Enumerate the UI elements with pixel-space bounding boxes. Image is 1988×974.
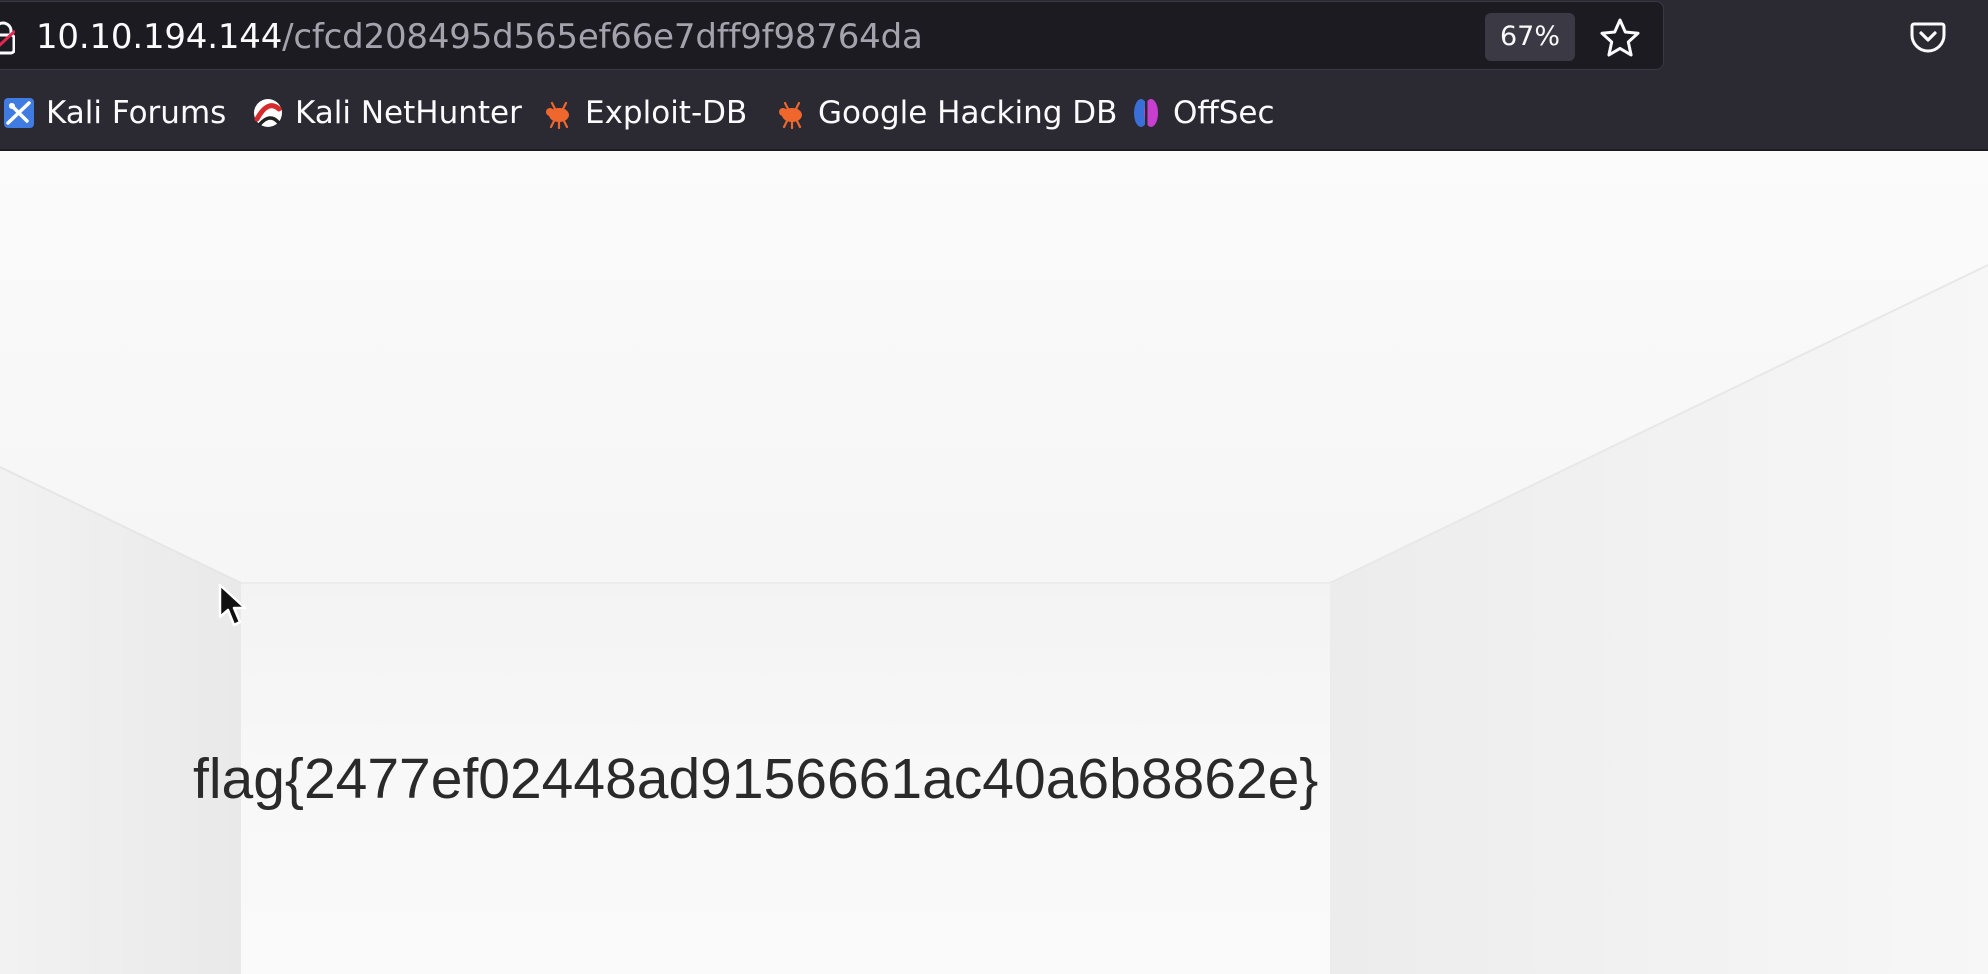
url-path: /cfcd208495d565ef66e7dff9f98764da bbox=[282, 17, 923, 57]
bookmark-label: OffSec bbox=[1173, 95, 1275, 131]
ghdb-icon bbox=[779, 101, 802, 129]
bookmark-exploit-db[interactable]: Exploit-DB bbox=[542, 94, 747, 132]
browser-window: 10.10.194.144/cfcd208495d565ef66e7dff9f9… bbox=[0, 0, 1988, 974]
url-text[interactable]: 10.10.194.144/cfcd208495d565ef66e7dff9f9… bbox=[36, 17, 923, 57]
kali-nethunter-icon bbox=[254, 99, 282, 127]
bookmark-label: Google Hacking DB bbox=[818, 95, 1118, 131]
bookmark-kali-forums[interactable]: Kali Forums bbox=[3, 94, 226, 132]
pocket-icon[interactable] bbox=[1909, 18, 1947, 56]
url-host: 10.10.194.144 bbox=[36, 17, 283, 57]
bookmark-star-icon[interactable] bbox=[1599, 17, 1641, 59]
bookmark-kali-nethunter[interactable]: Kali NetHunter bbox=[252, 94, 522, 132]
address-bar[interactable]: 10.10.194.144/cfcd208495d565ef66e7dff9f9… bbox=[0, 1, 1664, 70]
offsec-icon bbox=[1134, 99, 1158, 127]
bookmarks-toolbar: Kali Forums Kali NetHunter Exploit-DB Go… bbox=[0, 73, 1988, 151]
zoom-level-button[interactable]: 67% bbox=[1485, 13, 1575, 61]
bookmark-offsec[interactable]: OffSec bbox=[1130, 94, 1275, 132]
mouse-cursor-icon bbox=[218, 583, 247, 627]
bookmark-label: Kali Forums bbox=[46, 95, 227, 131]
bookmark-label: Exploit-DB bbox=[585, 95, 748, 131]
room-background-image bbox=[0, 151, 1988, 974]
kali-forums-icon bbox=[4, 98, 34, 128]
bookmark-label: Kali NetHunter bbox=[295, 95, 522, 131]
flag-text: flag{2477ef02448ad9156661ac40a6b8862e} bbox=[193, 747, 1319, 811]
bookmark-google-hacking-db[interactable]: Google Hacking DB bbox=[775, 94, 1117, 132]
navigation-toolbar: 10.10.194.144/cfcd208495d565ef66e7dff9f9… bbox=[0, 0, 1988, 73]
exploit-db-icon bbox=[546, 101, 569, 129]
lock-icon[interactable] bbox=[0, 21, 15, 55]
page-content: flag{2477ef02448ad9156661ac40a6b8862e} bbox=[0, 151, 1988, 974]
